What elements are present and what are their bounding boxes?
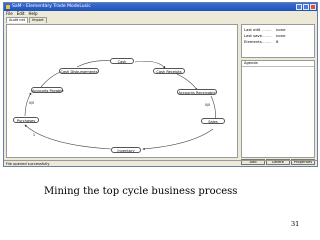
edge-cash-receipts — [134, 60, 166, 69]
properties-panel: Last edit ........ none Last save ......… — [241, 24, 315, 58]
property-row: Elements ........ 8 — [244, 39, 312, 45]
tab-audit-net[interactable]: Audit net — [6, 17, 29, 23]
tab-strip: Audit net Import — [4, 17, 317, 23]
property-dots: ........ — [262, 39, 272, 44]
status-bar: File opened successfully — [4, 160, 317, 166]
agenda-title: Agenda — [242, 61, 314, 67]
edge-disbursements-cash — [76, 59, 114, 68]
property-key: Elements — [244, 39, 262, 44]
minimize-button[interactable] — [296, 4, 302, 10]
node-inventory[interactable]: Inventory — [111, 147, 141, 153]
edge-label-ar: 0/0 — [205, 103, 211, 107]
edge-receipts-ar — [176, 73, 198, 91]
edge-label-ap: 0/0 — [29, 101, 35, 105]
node-accounts-payable[interactable]: Accounts Payable — [31, 87, 64, 93]
maximize-button[interactable] — [303, 4, 309, 10]
window-title: SaM - Elementary Trade ModeLusic — [12, 4, 91, 9]
node-sales[interactable]: Sales — [201, 118, 225, 124]
property-value: 8 — [276, 39, 279, 44]
edge-sales-inventory — [142, 128, 214, 151]
close-button[interactable] — [310, 4, 316, 10]
tab-import[interactable]: Import — [29, 17, 47, 23]
app-window: SaM - Elementary Trade ModeLusic File Ed… — [3, 2, 318, 167]
node-cash[interactable]: Cash — [110, 58, 134, 64]
app-icon — [6, 5, 10, 9]
edge-label-purchases: 1 — [33, 133, 36, 137]
node-purchases[interactable]: Purchases — [13, 117, 39, 123]
slide-caption: Mining the top cycle business process — [44, 186, 238, 197]
edge-inventory-purchases — [24, 124, 112, 150]
title-bar: SaM - Elementary Trade ModeLusic — [4, 3, 317, 11]
diagram-canvas[interactable]: Cash Cash Disbursements Cash Receipts Ac… — [6, 24, 238, 158]
node-accounts-receivable[interactable]: Accounts Receivable — [177, 89, 217, 95]
node-cash-disbursements[interactable]: Cash Disbursements — [59, 68, 99, 74]
page-number: 31 — [291, 220, 300, 228]
agenda-panel[interactable]: Agenda — [241, 60, 315, 158]
node-cash-receipts[interactable]: Cash Receipts — [153, 68, 185, 74]
